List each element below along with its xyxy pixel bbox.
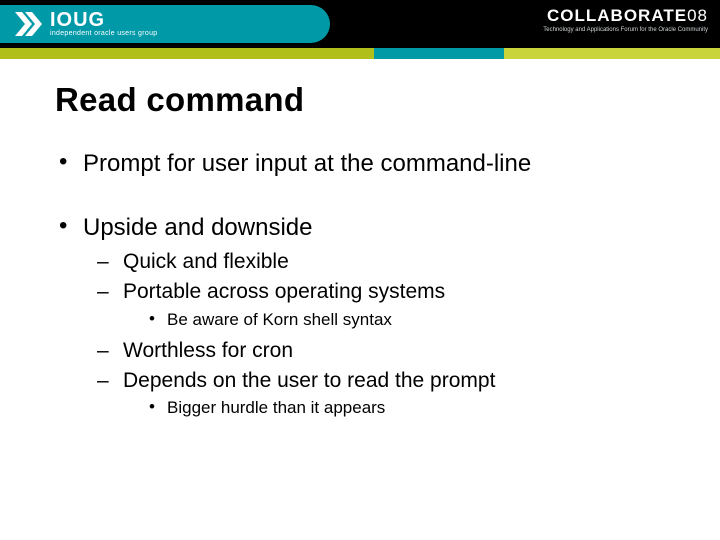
brand-subtitle: independent oracle users group xyxy=(50,30,157,37)
accent-bar xyxy=(0,48,720,59)
accent-segment xyxy=(504,48,720,59)
accent-segment xyxy=(0,48,374,59)
bullet-text: Bigger hurdle than it appears xyxy=(167,398,385,417)
bullet-lvl1: Prompt for user input at the command-lin… xyxy=(55,149,665,179)
content-area: Read command Prompt for user input at th… xyxy=(0,59,720,427)
bullet-text: Depends on the user to read the prompt xyxy=(123,369,495,392)
chevron-icon xyxy=(14,9,42,39)
conference-tagline: Technology and Applications Forum for th… xyxy=(543,27,708,33)
conference-year: 08 xyxy=(687,6,708,25)
bullet-text: Portable across operating systems xyxy=(123,280,445,303)
bullet-list: Prompt for user input at the command-lin… xyxy=(55,149,665,419)
slide: IOUG independent oracle users group COLL… xyxy=(0,0,720,540)
conference-block: COLLABORATE08 Technology and Application… xyxy=(543,6,708,33)
bullet-list-lvl3: Be aware of Korn shell syntax xyxy=(123,309,665,330)
bullet-lvl3: Be aware of Korn shell syntax xyxy=(147,309,665,330)
bullet-lvl2: Depends on the user to read the prompt B… xyxy=(97,368,665,419)
bullet-text: Quick and flexible xyxy=(123,250,289,273)
bullet-list-lvl2: Quick and flexible Portable across opera… xyxy=(83,249,665,419)
brand-text: IOUG independent oracle users group xyxy=(50,9,157,37)
slide-title: Read command xyxy=(55,81,665,119)
bullet-lvl3: Bigger hurdle than it appears xyxy=(147,397,665,418)
brand-ribbon: IOUG independent oracle users group xyxy=(0,5,330,43)
bullet-text: Worthless for cron xyxy=(123,339,293,362)
bullet-list-lvl3: Bigger hurdle than it appears xyxy=(123,397,665,418)
bullet-lvl1: Upside and downside Quick and flexible P… xyxy=(55,213,665,419)
bullet-lvl2: Portable across operating systems Be awa… xyxy=(97,279,665,330)
accent-segment xyxy=(374,48,504,59)
brand-name: IOUG xyxy=(50,9,157,32)
conference-name: COLLABORATE xyxy=(547,6,687,25)
bullet-text: Be aware of Korn shell syntax xyxy=(167,310,392,329)
bullet-text: Prompt for user input at the command-lin… xyxy=(83,150,531,177)
bullet-text: Upside and downside xyxy=(83,214,313,241)
header-bar: IOUG independent oracle users group COLL… xyxy=(0,0,720,48)
conference-title: COLLABORATE08 xyxy=(543,6,708,26)
bullet-lvl2: Worthless for cron xyxy=(97,338,665,364)
bullet-lvl2: Quick and flexible xyxy=(97,249,665,275)
